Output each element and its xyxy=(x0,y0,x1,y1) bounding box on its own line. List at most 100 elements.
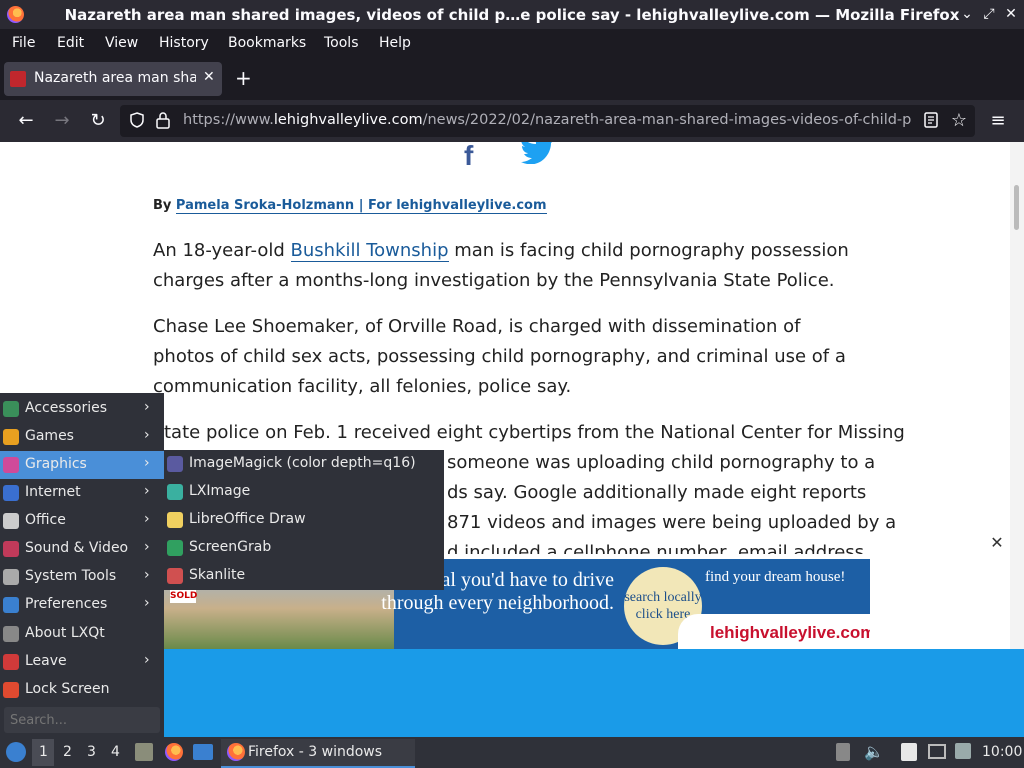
app-menu-item[interactable]: Games › xyxy=(0,423,164,451)
tab-label: Nazareth area man share xyxy=(34,70,196,86)
app-menu-item-label: Office xyxy=(25,512,66,528)
article-byline: By Pamela Sroka-Holzmann | For lehighval… xyxy=(153,198,547,214)
desktop-4[interactable]: 4 xyxy=(111,744,120,760)
app-menu-item-label: Preferences xyxy=(25,596,108,612)
app-menu-item[interactable]: Graphics › xyxy=(0,451,164,479)
chevron-right-icon: › xyxy=(144,399,150,415)
paragraph-3-line-2: someone was uploading child pornography … xyxy=(447,452,876,473)
app-menu-item[interactable]: Internet › xyxy=(0,479,164,507)
app-menu-item[interactable]: About LXQt xyxy=(0,620,164,648)
clock[interactable]: 10:00 xyxy=(982,744,1022,760)
app-menu-item-label: Sound & Video xyxy=(25,540,129,556)
chevron-right-icon: › xyxy=(144,595,150,611)
app-menu: Accessories › Games › Graphics › Internet › Offi… xyxy=(0,393,164,737)
menu-tools[interactable]: Tools xyxy=(324,35,359,51)
graphics-submenu-item-label: LibreOffice Draw xyxy=(189,511,306,527)
chevron-right-icon: › xyxy=(144,483,150,499)
category-icon xyxy=(3,485,19,501)
app-menu-item[interactable]: Office › xyxy=(0,507,164,535)
app-menu-item[interactable]: Leave › xyxy=(0,648,164,676)
close-icon[interactable]: ✕ xyxy=(1002,5,1020,23)
hamburger-menu-icon[interactable]: ≡ xyxy=(986,109,1010,133)
new-tab-button[interactable]: + xyxy=(235,66,252,90)
firefox-launcher-icon[interactable] xyxy=(165,743,183,761)
facebook-icon[interactable]: f xyxy=(464,142,482,171)
app-menu-item-label: System Tools xyxy=(25,568,117,584)
app-menu-search-box[interactable] xyxy=(4,707,160,733)
bushkill-township-link[interactable]: Bushkill Township xyxy=(290,240,449,262)
app-menu-item-label: Lock Screen xyxy=(25,681,110,697)
volume-icon[interactable]: 🔈 xyxy=(864,742,884,761)
reader-view-icon[interactable] xyxy=(922,111,940,129)
graphics-submenu-item[interactable]: LXImage xyxy=(164,478,444,506)
tab-active[interactable]: Nazareth area man share ✕ xyxy=(4,62,222,96)
url-domain: lehighvalleylive.com xyxy=(273,112,423,128)
menu-help[interactable]: Help xyxy=(379,35,411,51)
show-desktop-icon[interactable] xyxy=(193,744,213,760)
menu-history[interactable]: History xyxy=(159,35,209,51)
menu-file[interactable]: File xyxy=(12,35,35,51)
graphics-submenu-item[interactable]: ScreenGrab xyxy=(164,534,444,562)
app-icon xyxy=(167,456,183,472)
twitter-icon[interactable] xyxy=(521,142,555,168)
app-menu-item[interactable]: Lock Screen xyxy=(0,676,164,704)
graphics-submenu-item[interactable]: Skanlite xyxy=(164,562,444,590)
tab-close-icon[interactable]: ✕ xyxy=(203,69,215,85)
ad-close-icon[interactable]: ✕ xyxy=(986,532,1008,554)
file-manager-icon[interactable] xyxy=(135,743,153,761)
app-menu-item[interactable]: System Tools › xyxy=(0,563,164,591)
graphics-submenu-item-label: LXImage xyxy=(189,483,251,499)
app-menu-item[interactable]: Preferences › xyxy=(0,591,164,619)
paragraph-3-line-3: ds say. Google additionally made eight r… xyxy=(447,482,867,503)
app-menu-item[interactable]: Sound & Video › xyxy=(0,535,164,563)
app-icon xyxy=(167,568,183,584)
back-icon[interactable]: ← xyxy=(14,109,38,133)
url-text[interactable]: https://www.lehighvalleylive.com/news/20… xyxy=(183,112,911,128)
graphics-submenu-item[interactable]: LibreOffice Draw xyxy=(164,506,444,534)
menu-bookmarks[interactable]: Bookmarks xyxy=(228,35,306,51)
app-icon xyxy=(167,484,183,500)
shield-icon[interactable] xyxy=(128,111,146,129)
app-menu-item-label: Leave xyxy=(25,653,67,669)
lock-icon[interactable] xyxy=(155,111,171,129)
tray-notes-icon[interactable] xyxy=(836,743,850,761)
update-icon[interactable] xyxy=(955,743,971,759)
desktop-3[interactable]: 3 xyxy=(87,744,96,760)
p1-text-a: An 18-year-old xyxy=(153,240,291,261)
menu-view[interactable]: View xyxy=(105,35,138,51)
category-icon xyxy=(3,541,19,557)
category-icon xyxy=(3,513,19,529)
graphics-submenu-item[interactable]: ImageMagick (color depth=q16) xyxy=(164,450,444,478)
window-titlebar[interactable]: Nazareth area man shared images, videos … xyxy=(0,0,1024,29)
category-icon xyxy=(3,626,19,642)
menu-edit[interactable]: Edit xyxy=(57,35,84,51)
forward-icon[interactable]: → xyxy=(50,109,74,133)
app-icon xyxy=(167,540,183,556)
app-menu-item[interactable]: Accessories › xyxy=(0,395,164,423)
desktop-2[interactable]: 2 xyxy=(63,744,72,760)
chevron-right-icon: › xyxy=(144,455,150,471)
reload-icon[interactable]: ↻ xyxy=(86,109,110,133)
byline-author-link[interactable]: Pamela Sroka-Holzmann | For lehighvalley… xyxy=(175,198,547,214)
graphics-submenu-item-label: ImageMagick (color depth=q16) xyxy=(189,455,416,471)
window-title: Nazareth area man shared images, videos … xyxy=(64,6,960,24)
bookmark-star-icon[interactable]: ☆ xyxy=(947,109,971,133)
chevron-down-icon[interactable]: ⌄ xyxy=(958,5,976,23)
paragraph-3-line-1: tate police on Feb. 1 received eight cyb… xyxy=(164,422,905,443)
restore-icon[interactable]: ⤢ xyxy=(980,5,998,23)
network-icon[interactable] xyxy=(928,744,946,759)
taskbar: 1 2 3 4 Firefox - 3 windows 🔈 10:00 xyxy=(0,737,1024,768)
desktop-1[interactable]: 1 xyxy=(39,744,48,760)
graphics-submenu-item-label: Skanlite xyxy=(189,567,246,583)
app-menu-item-label: Graphics xyxy=(25,456,87,472)
paragraph-2: Chase Lee Shoemaker, of Orville Road, is… xyxy=(153,316,846,397)
app-menu-search-input[interactable] xyxy=(8,710,158,730)
app-menu-item-label: Internet xyxy=(25,484,81,500)
app-menu-item-label: Accessories xyxy=(25,400,108,416)
start-menu-icon[interactable] xyxy=(6,742,26,762)
ad-tagline: find your dream house! xyxy=(705,569,846,585)
category-icon xyxy=(3,597,19,613)
task-firefox-label: Firefox - 3 windows xyxy=(248,744,383,760)
scrollbar-thumb[interactable] xyxy=(1014,185,1019,230)
clipboard-icon[interactable] xyxy=(901,743,917,761)
